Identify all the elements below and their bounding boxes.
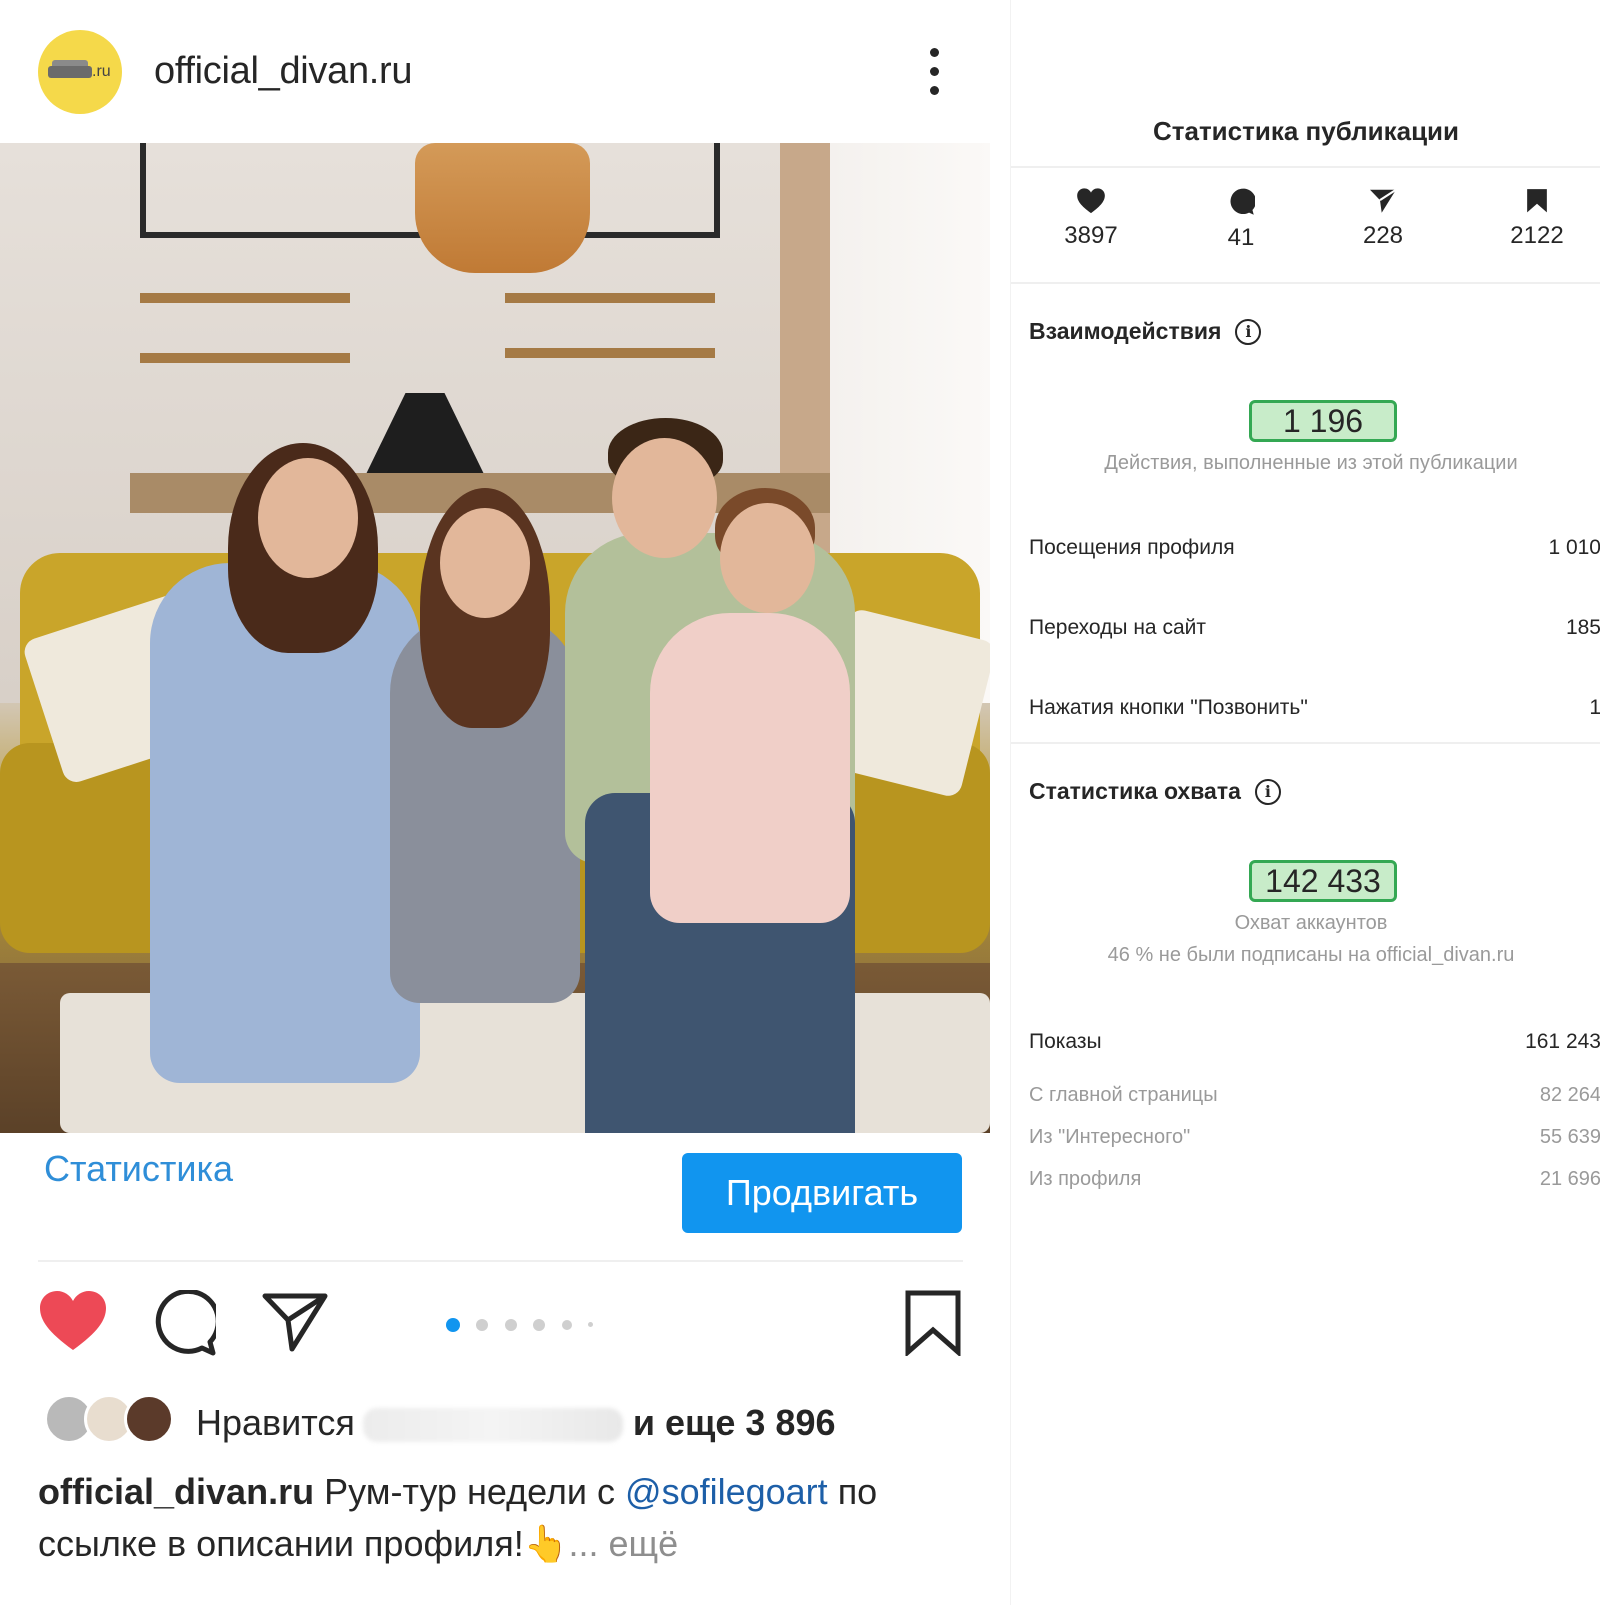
post-photo[interactable] <box>0 143 990 1133</box>
photo-shelf <box>140 353 350 363</box>
promote-button[interactable]: Продвигать <box>682 1153 962 1233</box>
caption-username[interactable]: official_divan.ru <box>38 1471 314 1512</box>
metric-value: 3897 <box>1064 222 1118 249</box>
photo-shelf <box>505 293 715 303</box>
avatar[interactable]: .ru <box>38 30 122 114</box>
divider <box>38 1260 963 1262</box>
row-label: Из "Интересного" <box>1029 1126 1191 1148</box>
metric-comments: 41 <box>1181 188 1301 252</box>
interactions-row: Нажатия кнопки "Позвонить" 1 <box>1029 696 1600 720</box>
metric-likes: 3897 <box>1031 188 1151 250</box>
photo-face <box>440 508 530 618</box>
metric-value: 2122 <box>1510 222 1564 249</box>
carousel-dot <box>446 1317 460 1332</box>
photo-lamp <box>415 143 590 273</box>
share-icon <box>1370 188 1397 213</box>
caption-text: Рум-тур недели с <box>324 1471 616 1512</box>
metric-shares: 228 <box>1323 188 1443 250</box>
reach-total: 142 433 <box>1249 860 1397 902</box>
comment-icon <box>1230 188 1255 215</box>
liker-avatars <box>44 1394 184 1448</box>
bookmark-icon <box>1527 189 1547 213</box>
carousel-dots <box>446 1316 605 1332</box>
carousel-dot <box>588 1322 594 1328</box>
post-insights-panel: Статистика публикации 3897 41 228 2122 В… <box>1010 0 1600 1605</box>
reach-title: Статистика охвата i <box>1029 778 1281 805</box>
interactions-subtitle: Действия, выполненные из этой публикации <box>1104 452 1518 474</box>
info-icon[interactable]: i <box>1235 319 1262 345</box>
heart-icon[interactable] <box>38 1290 108 1352</box>
divider <box>1011 282 1600 284</box>
row-value: 55 639 <box>1539 1126 1600 1148</box>
row-value: 185 <box>1565 616 1600 639</box>
view-insights-link[interactable]: Статистика <box>44 1148 233 1190</box>
photo-face <box>720 503 815 613</box>
row-value: 21 696 <box>1539 1168 1600 1190</box>
metric-value: 228 <box>1362 222 1404 249</box>
caption-mention[interactable]: @sofilegoart <box>625 1471 828 1512</box>
avatar-sofa <box>48 66 92 78</box>
avatar <box>124 1394 174 1444</box>
caption-more-link[interactable]: ... ещё <box>569 1523 679 1564</box>
photo-shelf <box>505 348 715 358</box>
row-label: Переходы на сайт <box>1029 616 1206 639</box>
impressions-source-row: Из "Интересного" 55 639 <box>1029 1126 1600 1149</box>
row-label: Нажатия кнопки "Позвонить" <box>1029 696 1308 719</box>
instagram-post: .ru official_divan.ru Статистика Продвиг… <box>0 0 1000 1605</box>
likes-count[interactable]: и еще 3 896 <box>633 1402 836 1443</box>
interactions-title-text: Взаимодействия <box>1029 318 1222 344</box>
post-caption: official_divan.ru Рум-тур недели с @sofi… <box>38 1466 968 1570</box>
reach-title-text: Статистика охвата <box>1029 778 1241 804</box>
comment-icon[interactable] <box>150 1290 216 1356</box>
interactions-row: Посещения профиля 1 010 <box>1029 536 1600 560</box>
likes-prefix: Нравится <box>196 1402 355 1443</box>
interactions-total: 1 196 <box>1249 400 1397 442</box>
interactions-row: Переходы на сайт 185 <box>1029 616 1600 640</box>
row-value: 1 010 <box>1548 536 1600 559</box>
row-label: Показы <box>1029 1030 1102 1053</box>
carousel-dot <box>476 1318 489 1331</box>
post-header: .ru official_divan.ru <box>0 0 990 143</box>
carousel-dot <box>504 1318 517 1331</box>
reach-subtitle-followers: 46 % не были подписаны на official_divan… <box>1107 944 1515 966</box>
impressions-source-row: Из профиля 21 696 <box>1029 1168 1600 1191</box>
carousel-dot <box>533 1318 546 1331</box>
heart-icon <box>1077 188 1105 214</box>
row-value: 1 <box>1589 696 1600 719</box>
divider <box>1011 742 1600 744</box>
info-icon[interactable]: i <box>1254 779 1281 805</box>
likes-row[interactable]: Нравится и еще 3 896 <box>38 1392 988 1452</box>
divider <box>1011 166 1600 168</box>
impressions-source-row: С главной страницы 82 264 <box>1029 1084 1600 1107</box>
more-options-icon[interactable] <box>926 48 942 96</box>
row-label: С главной страницы <box>1029 1084 1218 1106</box>
blurred-username <box>362 1408 623 1443</box>
bookmark-icon[interactable] <box>904 1290 962 1356</box>
metric-saves: 2122 <box>1477 188 1597 250</box>
carousel-dot <box>561 1319 572 1330</box>
row-label: Посещения профиля <box>1029 536 1235 559</box>
avatar-label: .ru <box>92 63 111 80</box>
impressions-row: Показы 161 243 <box>1029 1030 1600 1054</box>
interactions-title: Взаимодействия i <box>1029 318 1262 345</box>
post-username[interactable]: official_divan.ru <box>154 50 413 93</box>
row-label: Из профиля <box>1029 1168 1142 1190</box>
likes-text: Нравится и еще 3 896 <box>196 1402 836 1444</box>
photo-person-toddler <box>650 613 850 923</box>
post-actions <box>0 1290 990 1360</box>
share-icon[interactable] <box>262 1292 328 1352</box>
metric-value: 41 <box>1227 224 1255 251</box>
reach-subtitle: Охват аккаунтов <box>1234 912 1388 934</box>
photo-face <box>258 458 358 578</box>
insights-title: Статистика публикации <box>1152 116 1460 146</box>
photo-shelf <box>140 293 350 303</box>
photo-face <box>612 438 717 558</box>
row-value: 82 264 <box>1539 1084 1600 1106</box>
row-value: 161 243 <box>1525 1030 1600 1053</box>
